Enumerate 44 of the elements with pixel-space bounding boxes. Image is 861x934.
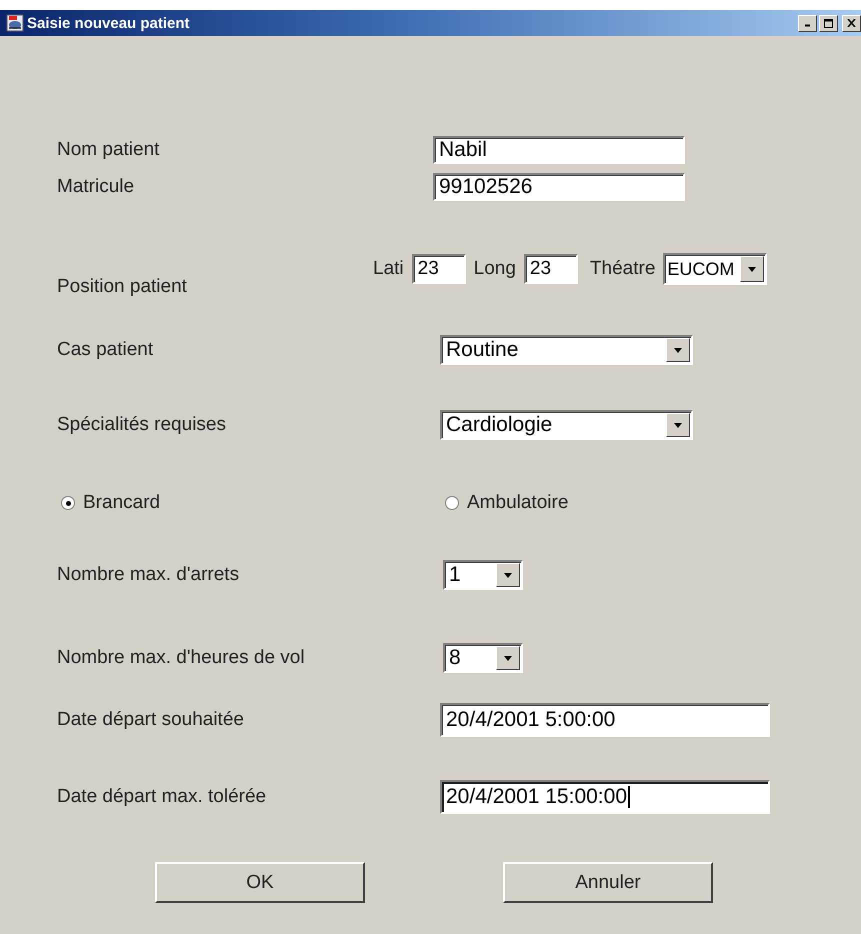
dropdown-button[interactable] xyxy=(666,413,690,437)
field-label: Cas patient xyxy=(57,339,154,361)
combo-box[interactable]: Cardiologie xyxy=(440,410,693,440)
caret-icon xyxy=(674,348,682,352)
text-field[interactable]: 99102526 xyxy=(433,173,685,201)
text-field[interactable]: Nabil xyxy=(433,136,685,164)
field-label: Spécialités requises xyxy=(57,414,227,436)
combo-box[interactable]: EUCOM xyxy=(663,253,768,285)
date-field[interactable]: 20/4/2001 5:00:00 xyxy=(440,703,770,737)
caret-icon xyxy=(674,422,682,428)
date-field[interactable]: 20/4/2001 15:00:00 xyxy=(440,780,770,814)
longitude-field[interactable]: 23 xyxy=(524,254,578,284)
radio-option[interactable]: Brancard xyxy=(61,492,445,514)
dropdown-button[interactable] xyxy=(666,338,690,362)
caret-icon xyxy=(748,266,756,272)
field-label: Date départ max. tolérée xyxy=(57,786,268,808)
close-icon xyxy=(847,19,856,27)
maximize-button[interactable] xyxy=(819,14,838,32)
dialog-button[interactable]: OK xyxy=(155,862,365,903)
caret-icon xyxy=(504,572,512,578)
latitude-field[interactable]: 23 xyxy=(412,254,466,284)
maximize-icon xyxy=(824,18,833,28)
window-title: Saisie nouveau patient xyxy=(27,14,190,32)
radio-option[interactable]: Ambulatoire xyxy=(445,492,568,514)
minimize-button[interactable] xyxy=(798,14,817,32)
field-label: Nombre max. d'arrets xyxy=(57,564,240,586)
text-cursor xyxy=(628,786,630,808)
field-label: Position patient xyxy=(57,276,188,298)
dropdown-button[interactable] xyxy=(740,256,764,282)
dropdown-button[interactable] xyxy=(496,646,520,670)
field-label: Lati xyxy=(373,258,404,280)
combo-box[interactable]: 1 xyxy=(443,560,523,590)
field-label: Date départ souhaitée xyxy=(57,709,245,731)
dropdown-button[interactable] xyxy=(496,563,520,587)
dialog-button[interactable]: Annuler xyxy=(503,862,713,903)
combo-box[interactable]: 8 xyxy=(443,643,523,673)
field-label: Matricule xyxy=(57,176,136,198)
field-label: Théatre xyxy=(590,258,656,280)
field-label: Long xyxy=(474,258,516,280)
combo-box[interactable]: Routine xyxy=(440,335,693,365)
field-label: Nom patient xyxy=(57,139,160,161)
field-label: Nombre max. d'heures de vol xyxy=(57,647,306,669)
caret-icon xyxy=(504,656,512,660)
close-button[interactable] xyxy=(842,14,861,32)
